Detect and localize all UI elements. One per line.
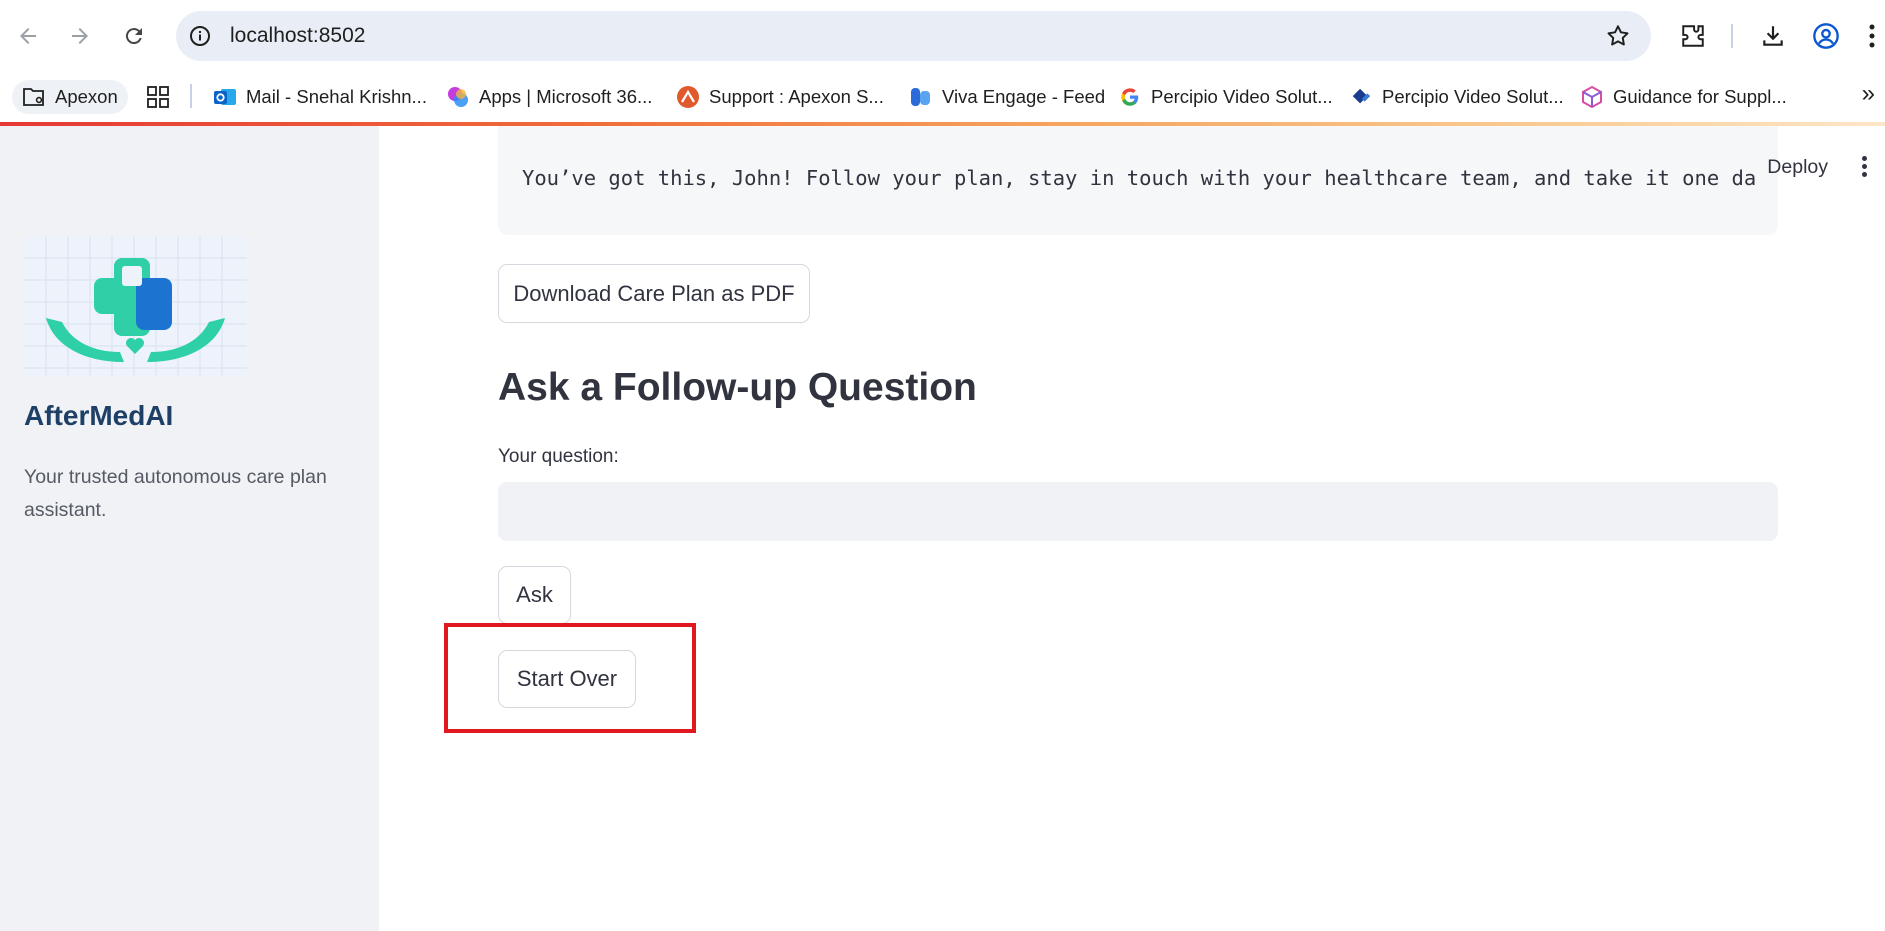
url-text: localhost:8502 <box>230 24 366 47</box>
microsoft365-icon <box>446 85 470 109</box>
bookmark-label: Percipio Video Solut... <box>1151 86 1333 107</box>
toolbar-divider <box>1731 24 1733 48</box>
support-icon <box>676 85 700 109</box>
browser-toolbar: localhost:8502 <box>0 0 1885 72</box>
folder-settings-icon <box>22 85 46 109</box>
bookmark-percipio-google[interactable]: Percipio Video Solut... <box>1118 80 1333 114</box>
care-plan-last-line: You’ve got this, John! Follow your plan,… <box>522 166 1757 190</box>
app-tagline: Your trusted autonomous care plan assist… <box>24 466 327 521</box>
bookmarks-bar: Apexon Mail - Snehal Krishn... Apps | Mi… <box>0 72 1885 122</box>
ask-button[interactable]: Ask <box>498 566 571 624</box>
extensions-icon[interactable] <box>1677 20 1709 52</box>
back-arrow-icon <box>20 28 36 44</box>
site-info-icon[interactable] <box>188 24 212 53</box>
care-plan-text-block: You’ve got this, John! Follow your plan,… <box>498 126 1778 235</box>
forward-button[interactable] <box>64 20 96 52</box>
question-label: Your question: <box>498 446 619 467</box>
address-bar[interactable]: localhost:8502 <box>176 11 1651 61</box>
bookmark-mail[interactable]: Mail - Snehal Krishn... <box>213 80 427 114</box>
download-pdf-button[interactable]: Download Care Plan as PDF <box>498 264 810 323</box>
followup-heading: Ask a Follow-up Question <box>498 366 977 409</box>
bookmark-apexon[interactable]: Apexon <box>12 80 128 114</box>
bookmark-viva-engage[interactable]: Viva Engage - Feed <box>909 80 1105 114</box>
bookmark-label: Percipio Video Solut... <box>1382 86 1564 107</box>
bookmark-star-icon[interactable] <box>1605 23 1631 54</box>
sidebar: AfterMedAI Your trusted autonomous care … <box>0 126 379 931</box>
bookmark-apps-microsoft[interactable]: Apps | Microsoft 36... <box>446 80 652 114</box>
bookmark-label: Guidance for Suppl... <box>1613 86 1787 107</box>
app-brand-name: AfterMedAI <box>24 400 174 431</box>
main-content: You’ve got this, John! Follow your plan,… <box>379 126 1885 931</box>
reload-icon <box>125 28 142 45</box>
deploy-button[interactable]: Deploy <box>1767 156 1828 179</box>
browser-menu-icon[interactable] <box>1862 20 1882 52</box>
bookmark-label: Apexon <box>55 86 118 107</box>
annotation-highlight-box <box>444 623 696 733</box>
app-logo <box>24 236 247 376</box>
google-icon <box>1118 85 1142 109</box>
viva-engage-icon <box>909 85 933 109</box>
bookmark-label: Viva Engage - Feed <box>942 86 1106 107</box>
bookmark-guidance[interactable]: Guidance for Suppl... <box>1580 80 1787 114</box>
more-bookmarks-icon[interactable]: » <box>1862 80 1875 108</box>
back-button[interactable] <box>12 20 44 52</box>
percipio-icon <box>1349 85 1373 109</box>
bookmark-support[interactable]: Support : Apexon S... <box>676 80 884 114</box>
reload-button[interactable] <box>118 20 150 52</box>
app-menu-icon[interactable] <box>1859 154 1869 180</box>
outlook-icon <box>213 85 237 109</box>
bookmark-label: Mail - Snehal Krishn... <box>246 86 427 107</box>
apps-grid-button[interactable] <box>146 80 179 114</box>
bookmarks-divider <box>190 84 192 108</box>
forward-arrow-icon <box>72 28 88 44</box>
bookmark-percipio[interactable]: Percipio Video Solut... <box>1349 80 1564 114</box>
bookmark-label: Support : Apexon S... <box>709 86 884 107</box>
apps-grid-icon <box>146 85 170 109</box>
cube-icon <box>1580 85 1604 109</box>
question-input[interactable] <box>498 482 1778 541</box>
profile-icon[interactable] <box>1810 20 1842 52</box>
bookmark-label: Apps | Microsoft 36... <box>479 86 653 107</box>
downloads-icon[interactable] <box>1757 20 1789 52</box>
